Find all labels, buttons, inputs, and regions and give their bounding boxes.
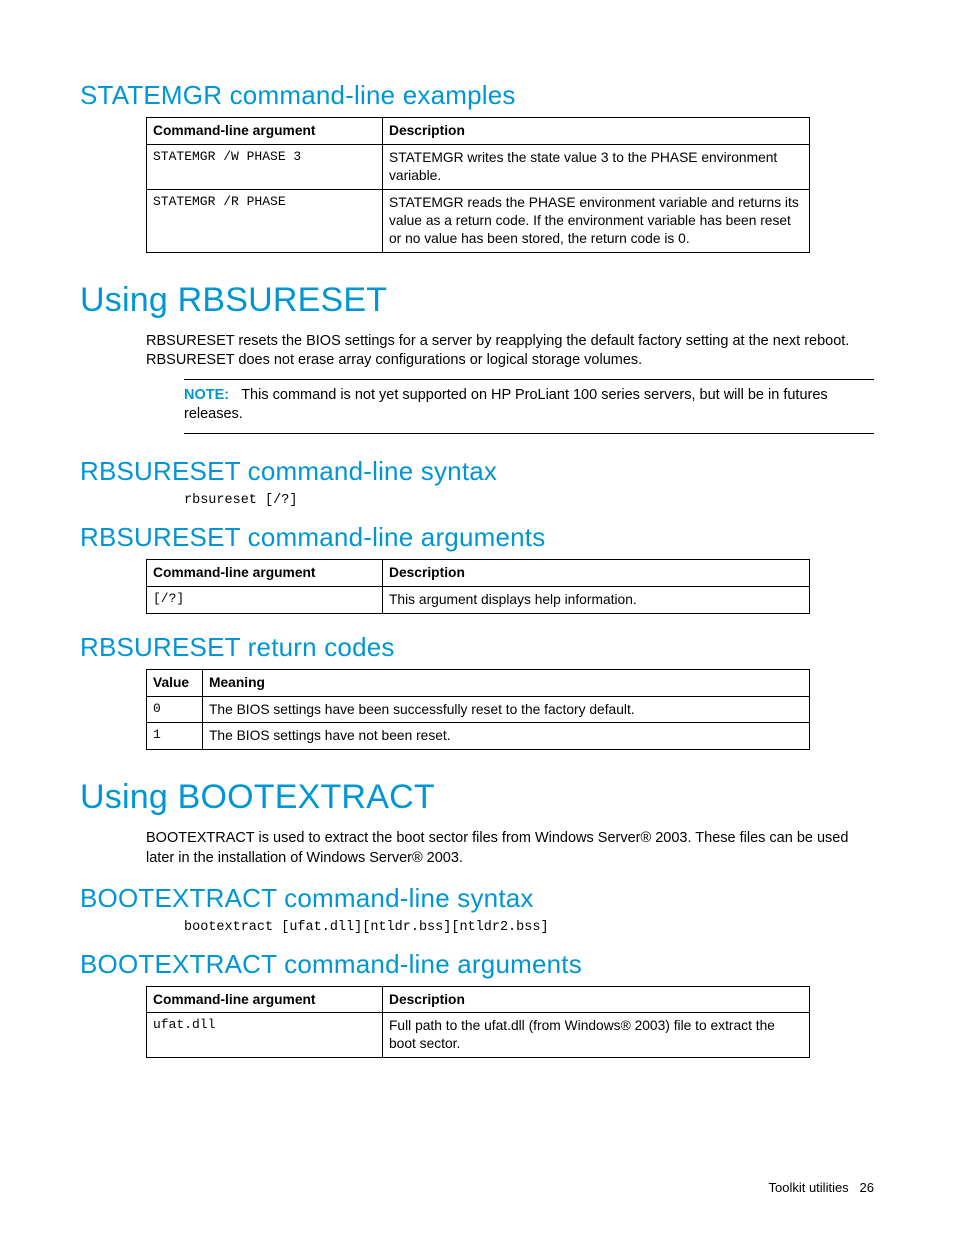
para-rbsureset-desc: RBSURESET resets the BIOS settings for a… bbox=[146, 332, 874, 371]
th-arg: Command-line argument bbox=[147, 986, 383, 1013]
cell-val: 0 bbox=[147, 696, 203, 723]
table-row: 0 The BIOS settings have been successful… bbox=[147, 696, 810, 723]
table-row: ufat.dll Full path to the ufat.dll (from… bbox=[147, 1013, 810, 1058]
cell-desc: This argument displays help information. bbox=[383, 586, 810, 613]
heading-rbsureset-syntax: RBSURESET command-line syntax bbox=[80, 456, 874, 487]
heading-rbsureset-args: RBSURESET command-line arguments bbox=[80, 522, 874, 553]
heading-rbsureset-return: RBSURESET return codes bbox=[80, 632, 874, 663]
heading-bootextract-args: BOOTEXTRACT command-line arguments bbox=[80, 949, 874, 980]
note-body: This command is not yet supported on HP … bbox=[184, 387, 828, 423]
table-bootextract-args: Command-line argument Description ufat.d… bbox=[146, 986, 810, 1059]
cell-arg: [/?] bbox=[147, 586, 383, 613]
table-row: 1 The BIOS settings have not been reset. bbox=[147, 723, 810, 750]
cell-desc: STATEMGR writes the state value 3 to the… bbox=[383, 144, 810, 189]
cell-desc: Full path to the ufat.dll (from Windows®… bbox=[383, 1013, 810, 1058]
cell-meaning: The BIOS settings have been successfully… bbox=[203, 696, 810, 723]
th-desc: Description bbox=[383, 986, 810, 1013]
table-rbsureset-args: Command-line argument Description [/?] T… bbox=[146, 559, 810, 614]
table-statemgr-examples: Command-line argument Description STATEM… bbox=[146, 117, 810, 253]
th-desc: Description bbox=[383, 559, 810, 586]
th-arg: Command-line argument bbox=[147, 118, 383, 145]
table-row: STATEMGR /W PHASE 3 STATEMGR writes the … bbox=[147, 144, 810, 189]
heading-bootextract-syntax: BOOTEXTRACT command-line syntax bbox=[80, 883, 874, 914]
note-rbsureset: NOTE: This command is not yet supported … bbox=[184, 379, 874, 434]
footer-page: 26 bbox=[860, 1180, 874, 1195]
para-bootextract-desc: BOOTEXTRACT is used to extract the boot … bbox=[146, 829, 874, 868]
th-meaning: Meaning bbox=[203, 669, 810, 696]
footer-text: Toolkit utilities bbox=[768, 1180, 848, 1195]
cell-arg: STATEMGR /R PHASE bbox=[147, 189, 383, 252]
table-row: [/?] This argument displays help informa… bbox=[147, 586, 810, 613]
table-row: STATEMGR /R PHASE STATEMGR reads the PHA… bbox=[147, 189, 810, 252]
heading-using-rbsureset: Using RBSURESET bbox=[80, 281, 874, 320]
note-text bbox=[233, 387, 241, 403]
th-value: Value bbox=[147, 669, 203, 696]
cell-desc: STATEMGR reads the PHASE environment var… bbox=[383, 189, 810, 252]
table-rbsureset-return: Value Meaning 0 The BIOS settings have b… bbox=[146, 669, 810, 751]
cell-arg: STATEMGR /W PHASE 3 bbox=[147, 144, 383, 189]
code-rbsureset-syntax: rbsureset [/?] bbox=[184, 493, 874, 508]
cell-val: 1 bbox=[147, 723, 203, 750]
cell-arg: ufat.dll bbox=[147, 1013, 383, 1058]
code-bootextract-syntax: bootextract [ufat.dll][ntldr.bss][ntldr2… bbox=[184, 920, 874, 935]
cell-meaning: The BIOS settings have not been reset. bbox=[203, 723, 810, 750]
th-arg: Command-line argument bbox=[147, 559, 383, 586]
th-desc: Description bbox=[383, 118, 810, 145]
note-label: NOTE: bbox=[184, 387, 229, 403]
page-footer: Toolkit utilities 26 bbox=[768, 1180, 874, 1195]
heading-statemgr-examples: STATEMGR command-line examples bbox=[80, 80, 874, 111]
heading-using-bootextract: Using BOOTEXTRACT bbox=[80, 778, 874, 817]
